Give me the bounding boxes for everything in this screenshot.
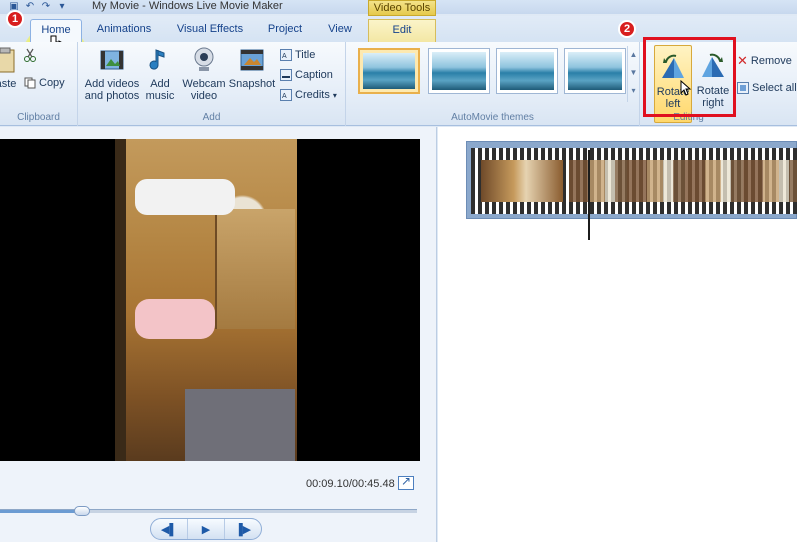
paste-button[interactable]: aste	[0, 46, 18, 90]
undo-icon[interactable]: ↶	[24, 1, 36, 13]
credits-button[interactable]: A Credits ▾	[280, 86, 337, 104]
clip-filmstrip	[471, 148, 797, 214]
step-badge-2: 2	[618, 20, 636, 38]
theme-thumbnail-2[interactable]	[428, 48, 490, 94]
video-clip[interactable]	[466, 141, 797, 240]
copy-button[interactable]: Copy	[24, 74, 65, 92]
tab-animations[interactable]: Animations	[90, 19, 158, 42]
gallery-down-icon[interactable]: ▼	[628, 64, 639, 82]
credits-icon: A	[280, 89, 292, 101]
snapshot-button[interactable]: Snapshot	[228, 46, 276, 90]
cut-icon[interactable]	[24, 48, 36, 62]
webcam-icon	[194, 47, 214, 71]
person-figure	[135, 179, 235, 215]
theme-preview-image	[363, 53, 415, 89]
seek-bar[interactable]	[0, 506, 417, 516]
theme-preview-image	[500, 52, 554, 90]
snapshot-icon	[240, 49, 264, 71]
credits-dropdown-icon: ▾	[332, 90, 337, 100]
select-all-icon	[737, 82, 749, 94]
svg-text:A: A	[282, 53, 287, 60]
add-music-label: Add music	[145, 78, 175, 102]
add-videos-icon	[100, 50, 124, 70]
title-icon: A	[280, 49, 292, 61]
play-icon: ▶	[201, 523, 211, 536]
theme-thumbnail-4[interactable]	[564, 48, 626, 94]
add-videos-label: Add videos and photos	[84, 78, 140, 102]
timeline-playhead[interactable]	[588, 150, 590, 240]
tab-visual-effects[interactable]: Visual Effects	[170, 19, 250, 42]
step-badge-1: 1	[6, 10, 24, 28]
timecode-display: 00:09.10/00:45.48	[306, 478, 395, 490]
credits-label: Credits	[295, 89, 330, 101]
theme-preview-image	[568, 52, 622, 90]
child-figure	[135, 299, 215, 339]
tab-project[interactable]: Project	[262, 19, 308, 42]
theme-gallery-scroll[interactable]: ▲ ▼ ▾	[627, 46, 639, 102]
theme-thumbnail-1[interactable]	[358, 48, 420, 94]
caption-button[interactable]: Caption	[280, 66, 333, 84]
remove-button[interactable]: ✕ Remove	[737, 52, 792, 70]
previous-frame-icon: ◀▌	[160, 523, 178, 536]
clip-frame-thumbnail	[481, 160, 563, 202]
music-note-icon	[149, 49, 165, 70]
customize-dropdown-icon[interactable]: ▾	[56, 1, 68, 13]
paste-label: aste	[0, 78, 17, 90]
previous-frame-button[interactable]: ◀▌	[151, 519, 188, 539]
floor-area	[185, 389, 295, 461]
copy-icon	[24, 77, 36, 89]
automovie-themes-label: AutoMovie themes	[451, 112, 534, 123]
preview-pane: 00:09.10/00:45.48 ◀▌ ▶ ▐▶	[0, 127, 437, 542]
playback-controls: ◀▌ ▶ ▐▶	[150, 518, 262, 540]
webcam-video-button[interactable]: Webcam video	[182, 46, 226, 102]
add-group-label: Add	[202, 112, 221, 123]
remove-label: Remove	[750, 55, 792, 67]
clipboard-group: aste Copy Clipboard	[0, 42, 78, 126]
copy-label: Copy	[39, 77, 65, 89]
webcam-label: Webcam video	[182, 78, 226, 102]
add-music-button[interactable]: Add music	[140, 46, 180, 102]
gallery-more-icon[interactable]: ▾	[628, 82, 639, 100]
add-group: Add videos and photos Add music Webcam v…	[78, 42, 346, 126]
tab-view[interactable]: View	[322, 19, 358, 42]
play-button[interactable]: ▶	[188, 519, 225, 539]
next-frame-button[interactable]: ▐▶	[225, 519, 261, 539]
rotate-highlight-box	[643, 37, 736, 117]
next-frame-icon: ▐▶	[234, 523, 252, 536]
clip-frame-strip	[569, 160, 797, 202]
add-videos-button[interactable]: Add videos and photos	[80, 46, 144, 102]
fullscreen-button[interactable]	[398, 474, 414, 490]
window-title: My Movie - Windows Live Movie Maker	[92, 0, 283, 12]
video-frame	[115, 139, 297, 461]
select-all-label: Select all	[752, 82, 797, 94]
theme-preview-image	[432, 52, 486, 90]
redo-icon[interactable]: ↷	[40, 1, 52, 13]
clipboard-group-label: Clipboard	[17, 112, 60, 123]
video-tools-context-label: Video Tools	[368, 0, 436, 16]
video-preview[interactable]	[0, 139, 420, 461]
title-label: Title	[295, 49, 316, 61]
title-bar: ▣ ↶ ↷ ▾ My Movie - Windows Live Movie Ma…	[0, 0, 797, 16]
select-all-button[interactable]: Select all	[737, 79, 797, 97]
storyboard-pane	[438, 127, 797, 542]
theme-thumbnail-3[interactable]	[496, 48, 558, 94]
seek-bar-fill	[0, 510, 84, 513]
svg-text:A: A	[282, 93, 287, 100]
kitchen-cabinet	[215, 209, 295, 329]
caption-label: Caption	[295, 69, 333, 81]
paste-icon	[0, 47, 15, 73]
snapshot-label: Snapshot	[228, 78, 276, 90]
seek-thumb[interactable]	[74, 506, 90, 516]
caption-icon	[280, 69, 292, 81]
gallery-up-icon[interactable]: ▲	[628, 46, 639, 64]
tab-edit[interactable]: Edit	[368, 19, 436, 42]
automovie-themes-group: ▲ ▼ ▾ AutoMovie themes	[346, 42, 640, 126]
remove-icon: ✕	[737, 53, 748, 68]
title-button[interactable]: A Title	[280, 46, 315, 64]
